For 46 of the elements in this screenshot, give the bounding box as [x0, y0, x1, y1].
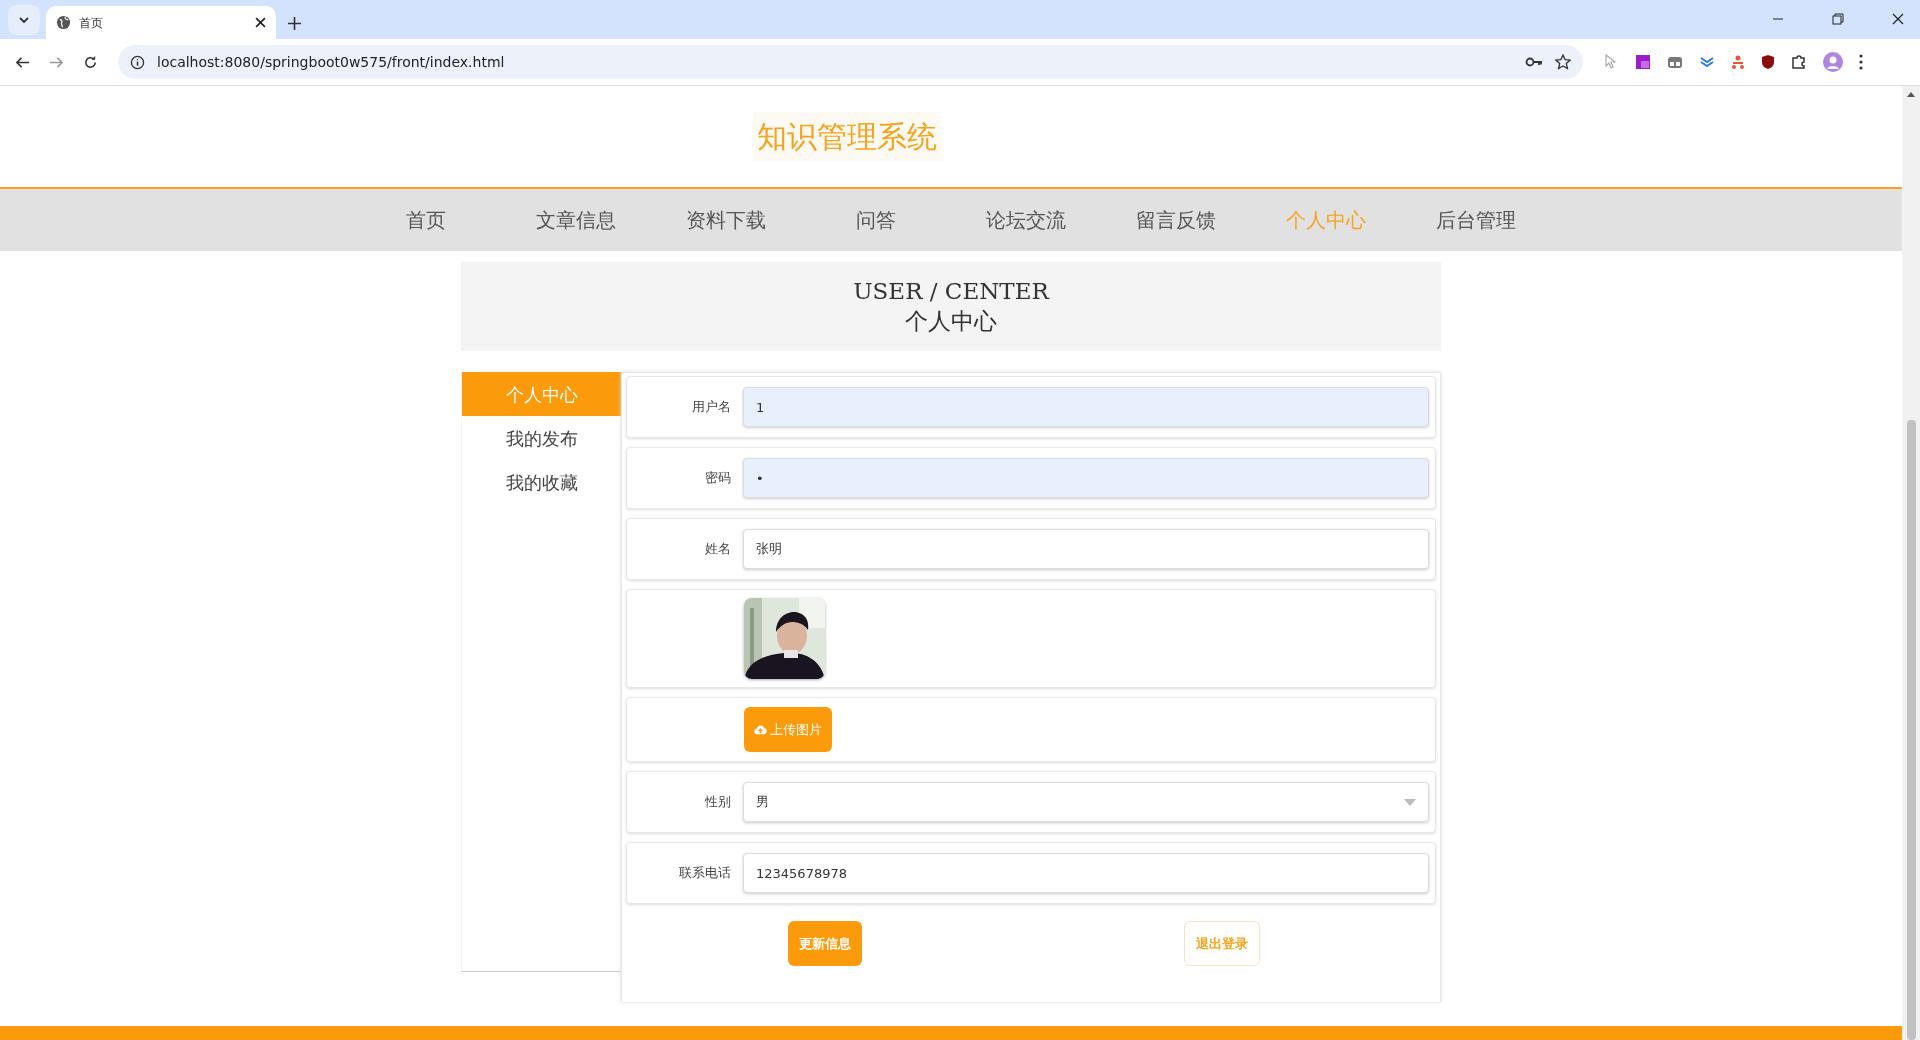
site-title: 知识管理系统 — [753, 112, 941, 161]
close-icon[interactable] — [255, 17, 266, 28]
puzzle-icon[interactable] — [1791, 54, 1807, 70]
extension-icon[interactable] — [1635, 54, 1651, 70]
shield-icon[interactable] — [1761, 54, 1775, 70]
extension-icon[interactable] — [1731, 55, 1745, 69]
caret-icon — [1404, 798, 1416, 806]
banner-title: 个人中心 — [905, 306, 997, 336]
address-bar[interactable]: localhost:8080/springboot0w575/front/index.html — [118, 45, 1583, 79]
banner-subtitle: USER / CENTER — [853, 276, 1049, 306]
restore-icon[interactable] — [1832, 13, 1844, 25]
field-label: 用户名 — [691, 398, 732, 417]
browser-tab[interactable]: 首页 — [46, 6, 276, 39]
extension-icon[interactable] — [1667, 55, 1683, 69]
extension-icon[interactable] — [1699, 55, 1715, 69]
cloud-upload-icon — [754, 724, 767, 735]
tab-title: 首页 — [79, 14, 104, 32]
caret-icon — [18, 14, 30, 26]
globe-icon — [56, 15, 71, 30]
menu-icon[interactable] — [1859, 54, 1863, 70]
input-field[interactable]: • — [743, 458, 1429, 498]
input-field[interactable]: 1 — [743, 387, 1429, 427]
url-text: localhost:8080/springboot0w575/front/index.html — [157, 52, 506, 72]
key-icon[interactable] — [1525, 56, 1543, 68]
tab-list-button[interactable] — [8, 5, 40, 35]
nav-link[interactable]: 文章信息 — [501, 199, 651, 241]
nav-link[interactable]: 首页 — [351, 199, 501, 241]
field-label: 联系电话 — [678, 864, 732, 883]
field-label: 密码 — [704, 469, 732, 488]
profile-avatar-icon[interactable] — [1823, 52, 1843, 72]
info-icon — [130, 54, 145, 70]
new-tab-icon[interactable] — [288, 17, 301, 30]
nav-link[interactable]: 问答 — [801, 199, 951, 241]
input-field[interactable]: 张明 — [743, 529, 1429, 569]
scroll-up-icon[interactable] — [1907, 91, 1915, 97]
nav-link[interactable]: 后台管理 — [1401, 199, 1551, 241]
nav-link[interactable]: 留言反馈 — [1101, 199, 1251, 241]
select-field[interactable]: 男 — [743, 782, 1429, 822]
close-icon[interactable] — [1892, 13, 1904, 25]
input-field[interactable]: 12345678978 — [743, 853, 1429, 893]
star-icon[interactable] — [1555, 54, 1571, 70]
field-label: 姓名 — [704, 540, 732, 559]
scrollbar[interactable] — [1902, 86, 1920, 1040]
nav-link[interactable]: 资料下载 — [651, 199, 801, 241]
field-label: 性别 — [704, 793, 732, 812]
nav-link[interactable]: 论坛交流 — [951, 199, 1101, 241]
